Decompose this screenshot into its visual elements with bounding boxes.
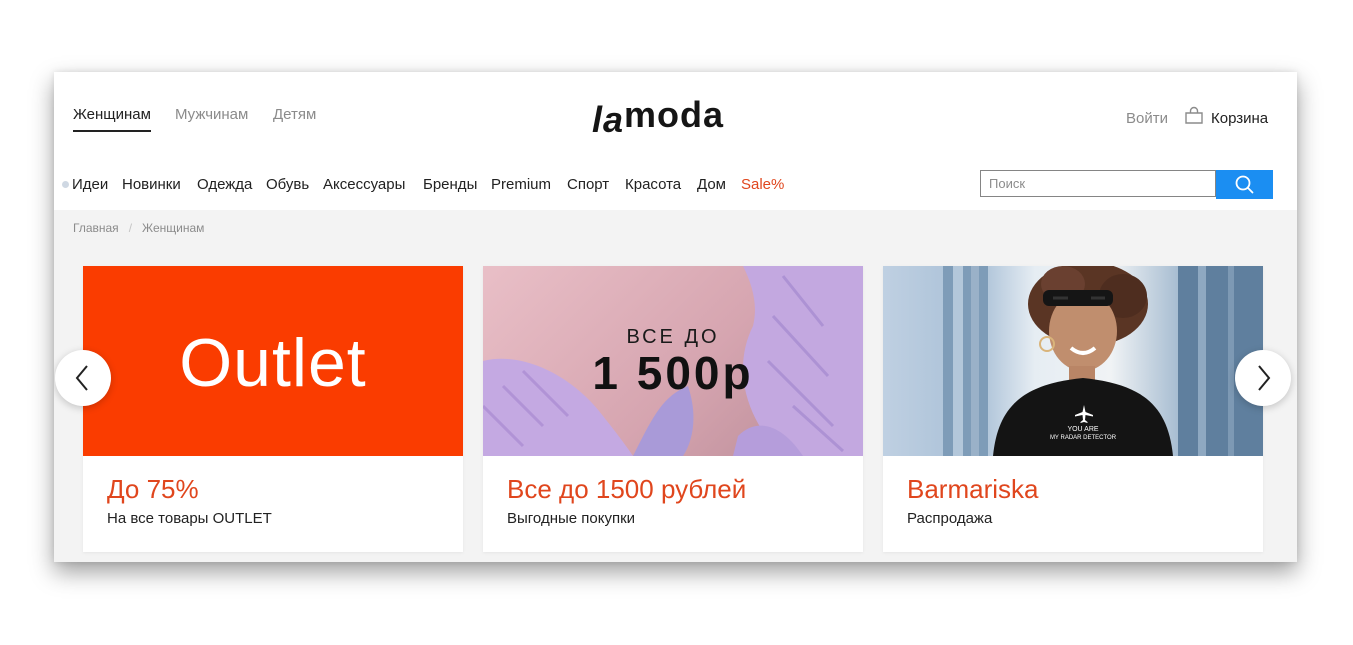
search-input[interactable] <box>981 171 1209 196</box>
promo-card-barmariska[interactable]: YOU ARE MY RADAR DETECTOR Barmariska Рас… <box>883 266 1263 552</box>
promo-subtitle: На все товары OUTLET <box>107 510 272 527</box>
gender-tab-kids[interactable]: Детям <box>273 106 316 123</box>
search-icon <box>1235 175 1254 194</box>
airplane-icon <box>1075 405 1093 423</box>
gender-tab-men[interactable]: Мужчинам <box>175 106 248 123</box>
promo-photo-barmariska: YOU ARE MY RADAR DETECTOR <box>883 266 1263 456</box>
promo-title: До 75% <box>107 474 199 504</box>
promo-banner-1500: ВСЕ ДО 1 500р <box>483 266 863 456</box>
breadcrumb: Главная / Женщинам <box>73 221 204 235</box>
shirt-text-line2: MY RADAR DETECTOR <box>1049 435 1117 441</box>
menu-item-clothes[interactable]: Одежда <box>197 176 252 193</box>
menu-item-beauty[interactable]: Красота <box>625 176 681 193</box>
menu-item-brands[interactable]: Бренды <box>423 176 477 193</box>
breadcrumb-current: Женщинам <box>142 221 205 235</box>
page-window: Женщинам Мужчинам Детям lamoda Войти Кор… <box>54 72 1297 562</box>
header: Женщинам Мужчинам Детям lamoda Войти Кор… <box>54 72 1297 210</box>
breadcrumb-home[interactable]: Главная <box>73 221 119 235</box>
new-indicator-dot <box>62 181 69 188</box>
menu-item-premium[interactable]: Premium <box>491 176 551 193</box>
menu-item-sport[interactable]: Спорт <box>567 176 609 193</box>
carousel-next-button[interactable] <box>1235 350 1291 406</box>
chevron-right-icon <box>1258 365 1271 391</box>
carousel-prev-button[interactable] <box>55 350 111 406</box>
breadcrumb-separator: / <box>128 221 133 235</box>
promo-banner-outlet: Outlet <box>83 266 463 456</box>
banner-text-outlet: Outlet <box>179 325 367 401</box>
shirt-text-line1: YOU ARE <box>1067 426 1099 433</box>
menu-item-shoes[interactable]: Обувь <box>266 176 309 193</box>
gender-tab-women[interactable]: Женщинам <box>73 106 151 132</box>
promo-subtitle: Распродажа <box>907 510 993 527</box>
menu-item-sale[interactable]: Sale% <box>741 176 784 193</box>
promo-card-1500[interactable]: ВСЕ ДО 1 500р Все до 1500 рублей Выгодны… <box>483 266 863 552</box>
cart-label: Корзина <box>1211 110 1269 127</box>
logo[interactable]: lamoda <box>592 94 724 140</box>
promo-card-outlet[interactable]: Outlet До 75% На все товары OUTLET <box>83 266 463 552</box>
banner-text-price: 1 500р <box>592 347 754 399</box>
login-link[interactable]: Войти <box>1126 110 1168 127</box>
menu-item-ideas[interactable]: Идеи <box>72 176 108 193</box>
search-box <box>980 170 1216 197</box>
chevron-left-icon <box>75 365 88 391</box>
cart-icon <box>1185 106 1203 124</box>
promo-title: Barmariska <box>907 474 1039 504</box>
promo-subtitle: Выгодные покупки <box>507 510 636 527</box>
promo-title: Все до 1500 рублей <box>507 474 747 504</box>
menu-item-home[interactable]: Дом <box>697 176 726 193</box>
menu-item-new[interactable]: Новинки <box>122 176 181 193</box>
menu-item-accessories[interactable]: Аксессуары <box>323 176 405 193</box>
search-button[interactable] <box>1216 170 1273 199</box>
